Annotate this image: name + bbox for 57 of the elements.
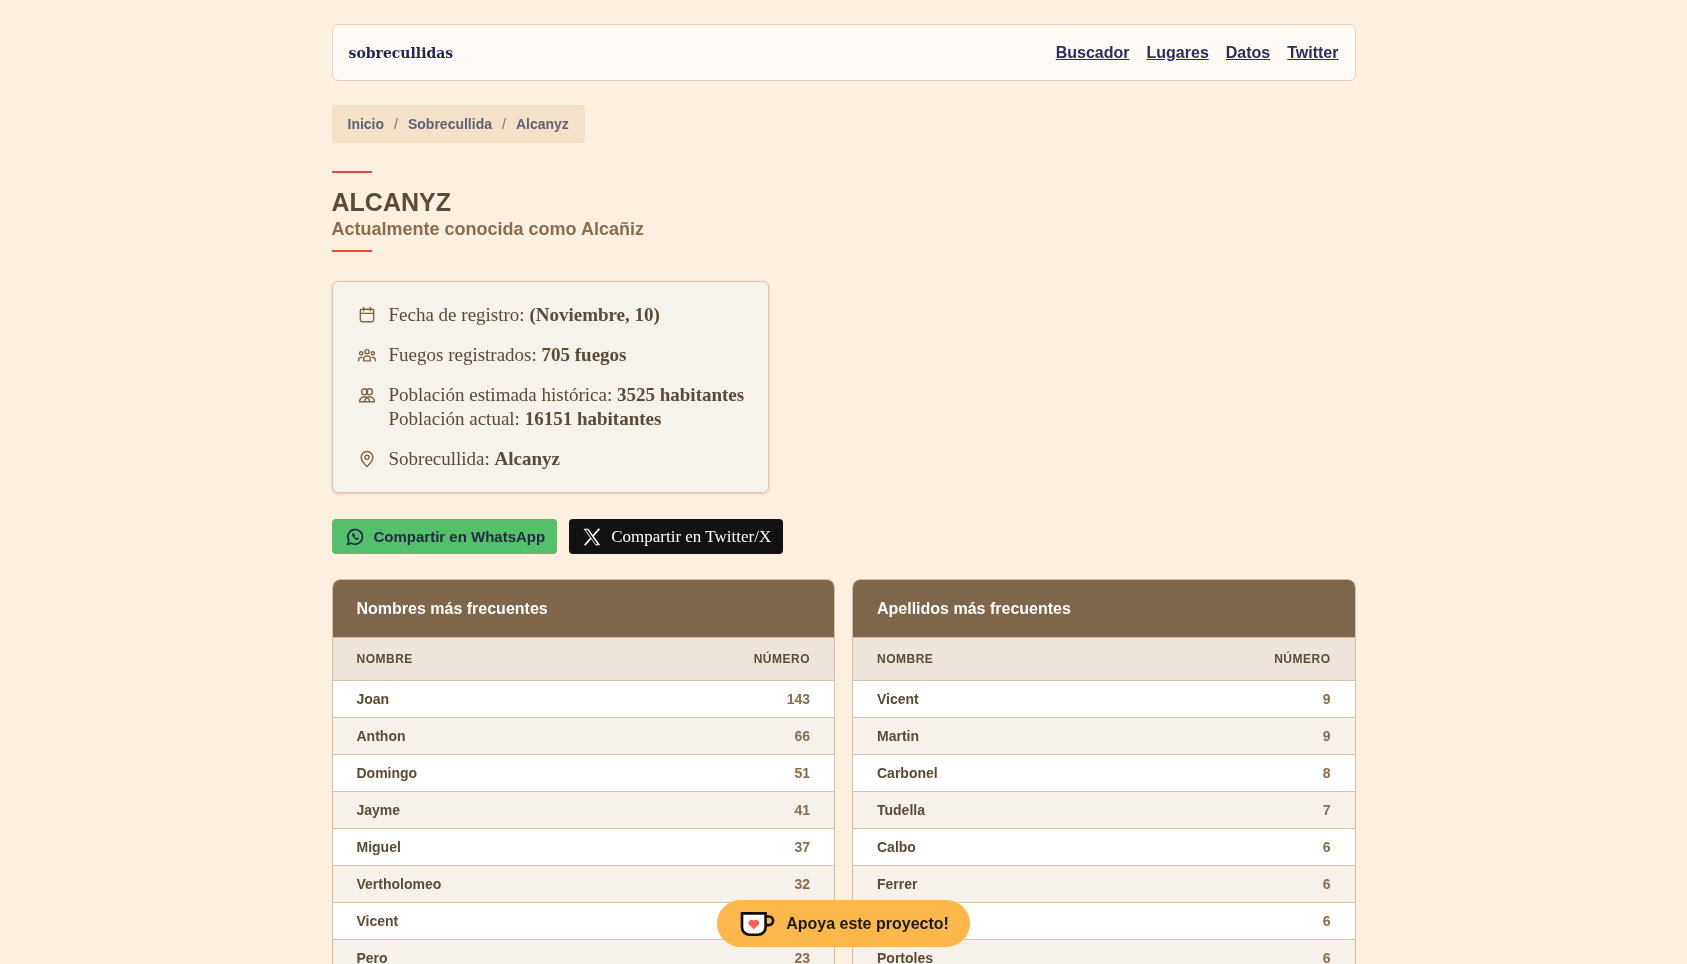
table-cell-text: 23	[794, 949, 810, 964]
breadcrumb-link[interactable]: Inicio	[347, 116, 385, 132]
table-cell-text: Tudella	[877, 801, 925, 820]
whatsapp-share-button[interactable]: Compartir en WhatsApp	[331, 519, 558, 554]
nav-link[interactable]: Datos	[1225, 43, 1271, 62]
table-cell-text: 6	[1322, 875, 1331, 894]
column-header: NOMBRE	[877, 652, 934, 666]
info-text: Población estimada histórica: 3525 habitantes	[388, 384, 745, 406]
table-cell-text: Martin	[877, 727, 919, 746]
table-cell-text: 143	[786, 690, 810, 709]
table-cell-text: Pero	[356, 949, 388, 964]
table-cell-text: Miguel	[356, 838, 401, 857]
table-cell-text: Joan	[356, 690, 390, 709]
table-cell-text: 8	[1322, 764, 1331, 783]
table-cell-text: 51	[794, 764, 810, 783]
table-cell-text: 6	[1322, 949, 1331, 964]
table-cell-text: 9	[1322, 727, 1331, 746]
info-text: Fecha de registro: (Noviembre, 10)	[388, 304, 660, 326]
table-cell-text: Calbo	[877, 838, 916, 857]
table-cell-text: Jayme	[356, 801, 401, 820]
table-cell-text: Domingo	[356, 764, 418, 783]
table-cell-text: 6	[1322, 912, 1331, 931]
table-cell-text: Vicent	[877, 690, 919, 709]
column-header: NOMBRE	[356, 652, 413, 666]
table-cell-text: 6	[1322, 838, 1331, 857]
table-cell-text: 9	[1322, 690, 1331, 709]
page-title: ALCANYZ	[331, 187, 452, 217]
table-cell-text: Carbonel	[877, 764, 938, 783]
table-cell-text: Ferrer	[877, 875, 918, 894]
breadcrumb-link[interactable]: Alcanyz	[515, 116, 569, 132]
column-header: NÚMERO	[1274, 652, 1331, 666]
breadcrumb-link[interactable]: Sobrecullida	[407, 116, 492, 132]
support-button[interactable]: Apoya este proyecto!	[717, 900, 970, 947]
table-cell-text: 66	[794, 727, 810, 746]
table-cell-text: Portoles	[877, 949, 933, 964]
table-title: Apellidos más frecuentes	[877, 599, 1071, 618]
breadcrumb-separator: /	[502, 116, 506, 132]
info-text: Población actual: 16151 habitantes	[388, 408, 663, 430]
table-cell-text: Anthon	[356, 727, 406, 746]
info-text: Fuegos registrados: 705 fuegos	[388, 344, 627, 366]
people-icon	[356, 385, 377, 405]
nav-link[interactable]: Lugares	[1146, 43, 1209, 62]
page-subtitle: Actualmente conocida como Alcañiz	[331, 219, 645, 240]
table-cell-text: 37	[794, 838, 810, 857]
x-share-button[interactable]: Compartir en Twitter/X	[569, 519, 784, 554]
table-title: Nombres más frecuentes	[356, 599, 548, 618]
info-text: Sobrecullida: Alcanyz	[388, 448, 560, 470]
site-logo[interactable]: sobrecullidas	[348, 44, 454, 61]
column-header: NÚMERO	[753, 652, 810, 666]
table-cell-text: Vertholomeo	[356, 875, 442, 894]
table-cell-text: 41	[794, 801, 810, 820]
nav-link[interactable]: Buscador	[1055, 43, 1130, 62]
table-cell-text: 32	[794, 875, 810, 894]
table-cell-text: 7	[1322, 801, 1331, 820]
table-cell-text: Vicent	[356, 912, 399, 931]
breadcrumb-separator: /	[394, 116, 398, 132]
nav-link[interactable]: Twitter	[1287, 43, 1339, 62]
